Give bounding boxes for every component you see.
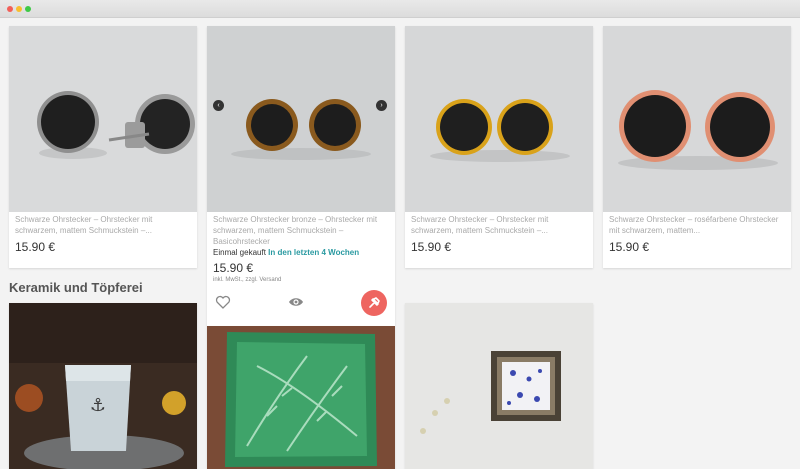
svg-text:⚓: ⚓ [90, 395, 106, 416]
product-price: 15.90 € [609, 240, 650, 254]
product-image[interactable] [207, 26, 395, 212]
minimize-window-button[interactable] [16, 6, 22, 12]
sales-info: Einmal gekauft In den letzten 4 Wochen [213, 248, 359, 257]
sales-info-prefix: Einmal gekauft [213, 248, 266, 257]
carousel-next-button[interactable]: › [376, 100, 387, 111]
carousel-prev-button[interactable]: ‹ [213, 100, 224, 111]
category-card-ring[interactable] [405, 303, 593, 469]
category-card-dish[interactable] [207, 326, 395, 469]
heart-icon[interactable] [215, 294, 231, 310]
product-image[interactable] [9, 26, 197, 212]
product-image[interactable] [603, 26, 791, 212]
eye-icon[interactable] [288, 294, 304, 310]
product-price: 15.90 € [15, 240, 56, 254]
close-window-button[interactable] [7, 6, 13, 12]
window-titlebar [0, 0, 800, 18]
product-card-hovered[interactable]: ‹ › Schwarze Ohrstecker bronze – Ohrstec… [207, 26, 395, 326]
zoom-window-button[interactable] [25, 6, 31, 12]
product-title[interactable]: Schwarze Ohrstecker – Ohrstecker mit sch… [15, 214, 191, 236]
product-title[interactable]: Schwarze Ohrstecker bronze – Ohrstecker … [213, 214, 389, 247]
product-title[interactable]: Schwarze Ohrstecker – Ohrstecker mit sch… [411, 214, 587, 236]
pin-icon[interactable] [361, 290, 387, 316]
product-price: 15.90 € [213, 261, 254, 275]
product-price: 15.90 € [411, 240, 452, 254]
product-card[interactable]: Schwarze Ohrstecker – Ohrstecker mit sch… [9, 26, 197, 268]
sales-info-highlight: In den letzten 4 Wochen [268, 248, 360, 257]
category-heading[interactable]: Keramik und Töpferei [9, 280, 143, 295]
product-title[interactable]: Schwarze Ohrstecker – roséfarbene Ohrste… [609, 214, 785, 236]
square-ring-image [405, 303, 593, 469]
product-image[interactable] [405, 26, 593, 212]
category-card-ceramics[interactable]: ⚓ [9, 303, 197, 469]
product-card[interactable]: Schwarze Ohrstecker – Ohrstecker mit sch… [405, 26, 593, 268]
vat-note: inkl. MwSt., zzgl. Versand [213, 277, 282, 283]
ceramic-mug-image: ⚓ [9, 303, 197, 469]
green-dish-image [207, 326, 395, 469]
product-card[interactable]: Schwarze Ohrstecker – roséfarbene Ohrste… [603, 26, 791, 268]
